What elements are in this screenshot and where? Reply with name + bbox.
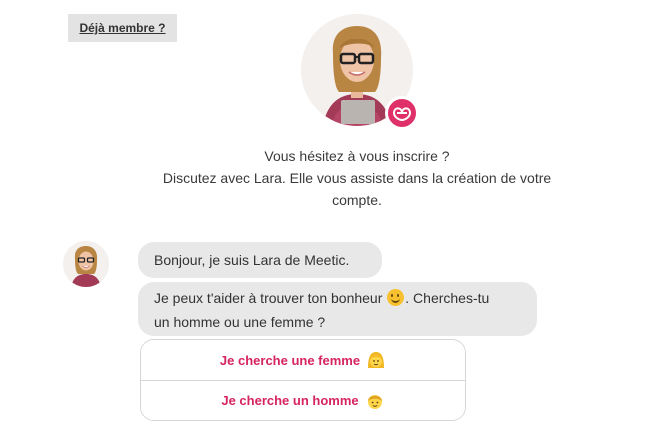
already-member-button[interactable]: Déjà membre ? xyxy=(68,14,177,42)
chat-message-question-text-3: un homme ou une femme ? xyxy=(154,314,326,330)
chat-message-greeting-text: Bonjour, je suis Lara de Meetic. xyxy=(154,252,350,268)
chat-message-question: Je peux t'aider à trouver ton bonheur . … xyxy=(138,282,537,336)
gender-choice-group: Je cherche une femme Je cherche un homme xyxy=(140,339,466,421)
chat-message-question-text-2: . Cherches-tu xyxy=(405,290,490,306)
meetic-logo-icon xyxy=(385,96,419,130)
chat-avatar xyxy=(63,241,109,287)
choice-woman-label: Je cherche une femme xyxy=(219,352,361,368)
chat-message-question-text-1: Je peux t'aider à trouver ton bonheur xyxy=(154,290,383,306)
intro-line-2: Discutez avec Lara. Elle vous assiste da… xyxy=(162,170,552,186)
woman-emoji-icon xyxy=(366,350,386,370)
choice-woman-button[interactable]: Je cherche une femme xyxy=(141,340,465,380)
man-emoji-icon xyxy=(365,391,385,411)
choice-man-button[interactable]: Je cherche un homme xyxy=(141,380,465,420)
chat-message-greeting: Bonjour, je suis Lara de Meetic. xyxy=(138,242,382,278)
assistant-photo-small xyxy=(63,241,109,287)
intro-line-1: Vous hésitez à vous inscrire ? xyxy=(264,148,450,164)
intro-line-3: compte. xyxy=(332,192,382,208)
smiling-face-icon xyxy=(387,289,405,306)
choice-man-label: Je cherche un homme xyxy=(221,393,359,408)
intro-text: Vous hésitez à vous inscrire ? Discutez … xyxy=(120,145,594,211)
